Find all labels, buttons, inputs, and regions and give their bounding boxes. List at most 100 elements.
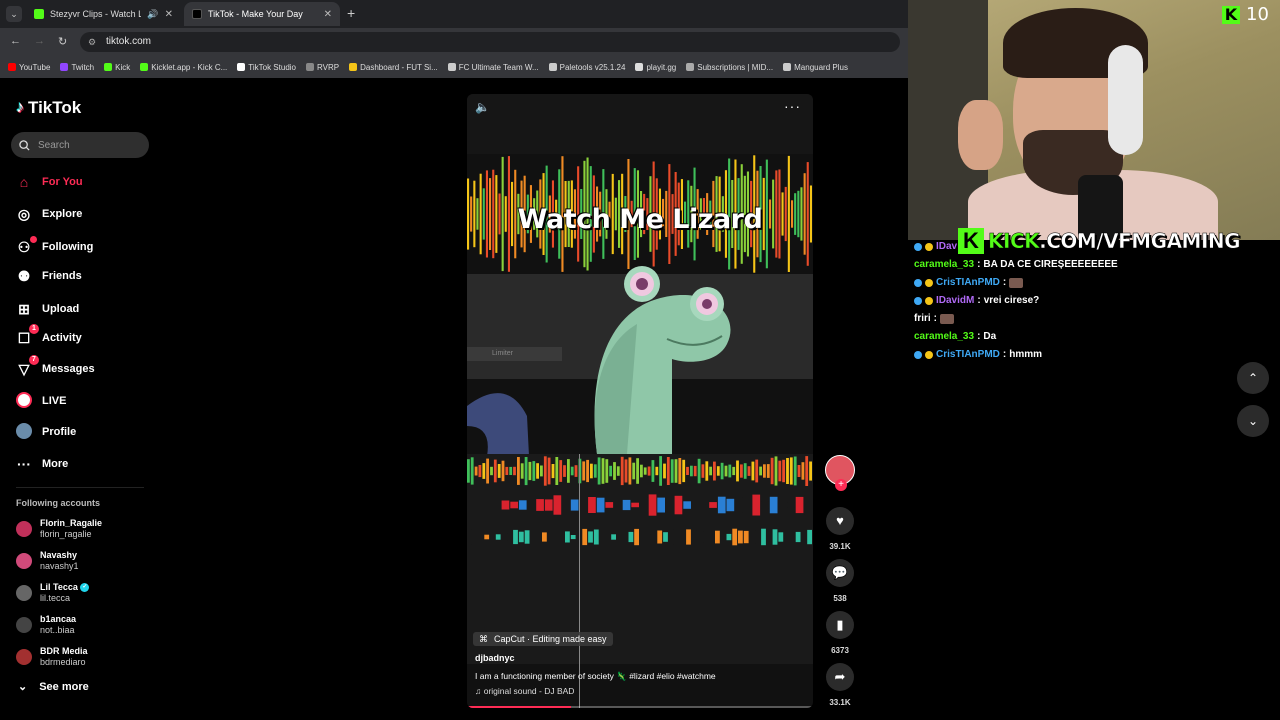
forward-arrow-icon[interactable]: → — [34, 35, 45, 47]
follow-plus-icon[interactable]: + — [835, 479, 847, 491]
speaker-icon[interactable]: 🔊 — [147, 9, 158, 20]
previous-video-button[interactable]: ⌃ — [1237, 362, 1269, 394]
avatar — [16, 553, 32, 569]
nav-upload[interactable]: ⊞ Upload — [16, 299, 79, 319]
bookmark-item[interactable]: Manguard Plus — [783, 63, 848, 72]
search-icon — [19, 139, 30, 151]
bookmark-item[interactable]: Twitch — [60, 63, 94, 72]
nav-messages[interactable]: ▽ 7 Messages — [16, 354, 95, 379]
chat-text: hmmm — [1009, 349, 1043, 360]
video-progress-bar[interactable] — [467, 706, 813, 708]
bookmark-label: RVRP — [317, 62, 340, 72]
nav-friends[interactable]: ⚉ Friends — [16, 266, 82, 286]
bookmark-item[interactable]: TikTok Studio — [237, 63, 296, 72]
share-count: 33.1K — [829, 698, 851, 707]
video-author[interactable]: djbadnyc — [475, 653, 515, 663]
nav-explore[interactable]: ◎ Explore — [16, 204, 82, 224]
bookmark-item[interactable]: Dashboard - FUT Si... — [349, 63, 438, 72]
comment-button[interactable]: 💬 538 — [824, 559, 856, 603]
progress-fill — [467, 706, 571, 708]
account-b1ancaa[interactable]: b1ancaa not..biaa — [16, 614, 76, 636]
chat-badge-icon — [925, 296, 933, 305]
bookmark-item[interactable]: Subscriptions | MID... — [686, 63, 773, 72]
bookmark-icon: ▮ — [826, 611, 854, 639]
back-arrow-icon[interactable]: ← — [10, 35, 21, 47]
bookmark-item[interactable]: FC Ultimate Team W... — [447, 63, 539, 72]
chat-text: Da — [983, 331, 997, 342]
account-lil-tecca[interactable]: Lil Tecca ✓ lil.tecca — [16, 582, 90, 604]
browser-tab-tiktok[interactable]: TikTok - Make Your Day ✕ — [184, 2, 340, 26]
nav-following[interactable]: ⚇ Following — [16, 235, 93, 257]
save-button[interactable]: ▮ 6373 — [824, 611, 856, 655]
tiktok-favicon-icon — [192, 9, 202, 19]
chat-emote-icon — [1009, 277, 1024, 288]
video-top-area — [467, 94, 813, 154]
banner-prefix: KICK — [988, 229, 1040, 254]
tab-title: Stezyvr Clips - Watch Live o — [50, 9, 142, 19]
bookmark-favicon-icon — [306, 63, 314, 71]
video-description: I am a functioning member of society 🦎 #… — [475, 671, 716, 681]
nav-label: Activity — [42, 332, 82, 344]
tab-title: TikTok - Make Your Day — [208, 9, 303, 19]
volume-icon[interactable]: 🔈 — [475, 100, 490, 114]
account-navashy[interactable]: Navashy navashy1 — [16, 550, 79, 572]
next-video-button[interactable]: ⌄ — [1237, 405, 1269, 437]
video-sound[interactable]: ♫ original sound - DJ BAD — [475, 686, 574, 696]
chat-username: CrisTIAnPMD — [936, 277, 1000, 288]
nav-label: Explore — [42, 208, 83, 220]
bookmark-item[interactable]: Kicklet.app - Kick C... — [140, 63, 227, 72]
nav-live[interactable]: LIVE — [16, 391, 66, 411]
bookmark-item[interactable]: Kick — [104, 63, 130, 72]
site-info-icon[interactable]: ⚙ — [88, 32, 96, 52]
messages-badge: 7 — [29, 354, 39, 365]
viewer-count: K 10 — [1222, 4, 1269, 25]
account-handle: bdrmediaro — [40, 657, 86, 667]
activity-icon: ☐ 1 — [16, 323, 39, 347]
browser-tab-bar: ⌄ Stezyvr Clips - Watch Live o 🔊 ✕ TikTo… — [0, 0, 908, 28]
bookmark-item[interactable]: RVRP — [306, 63, 339, 72]
reload-icon[interactable]: ↻ — [58, 35, 67, 48]
account-bdr-media[interactable]: BDR Media bdrmediaro — [16, 646, 88, 668]
see-more-button[interactable]: ⌄ See more — [18, 680, 89, 694]
nav-for-you[interactable]: ⌂ For You — [16, 172, 83, 192]
nav-more[interactable]: ··· More — [16, 454, 68, 474]
tab-close-icon[interactable]: ✕ — [324, 9, 332, 20]
tab-close-icon[interactable]: ✕ — [165, 9, 173, 20]
video-more-icon[interactable]: ··· — [784, 98, 801, 114]
new-tab-button[interactable]: + — [347, 5, 355, 21]
chat-emote-icon — [940, 313, 955, 324]
nav-activity[interactable]: ☐ 1 Activity — [16, 323, 82, 348]
activity-badge: 1 — [29, 323, 39, 334]
bookmark-item[interactable]: YouTube — [8, 63, 50, 72]
account-name: Lil Tecca — [40, 582, 78, 592]
share-button[interactable]: ➦ 33.1K — [824, 663, 856, 707]
tiktok-logo[interactable]: ♪ TikTok — [16, 98, 81, 118]
tab-search-button[interactable]: ⌄ — [6, 6, 22, 22]
video-player[interactable]: 🔈 ··· Limiter Watch Me Lizard ⌘ CapCut ·… — [467, 94, 813, 708]
nav-label: More — [42, 458, 69, 470]
search-bar[interactable] — [11, 132, 149, 158]
browser-tab-kick[interactable]: Stezyvr Clips - Watch Live o 🔊 ✕ — [26, 2, 181, 26]
kick-logo-icon: K — [958, 228, 984, 254]
account-name: BDR Media — [40, 646, 88, 656]
nav-profile[interactable]: Profile — [16, 422, 76, 442]
bookmark-favicon-icon — [104, 63, 113, 71]
capcut-badge[interactable]: ⌘ CapCut · Editing made easy — [473, 632, 613, 646]
nav-label: Upload — [42, 303, 80, 315]
bookmark-item[interactable]: playit.gg — [635, 63, 676, 72]
url-field[interactable]: ⚙ tiktok.com — [80, 32, 900, 52]
capcut-label: CapCut · Editing made easy — [494, 634, 607, 644]
account-florin[interactable]: Florin_Ragalie florin_ragalie — [16, 518, 102, 540]
divider — [16, 487, 144, 488]
following-accounts-title: Following accounts — [16, 498, 101, 508]
nav-label: For You — [42, 176, 83, 188]
bookmark-favicon-icon — [783, 63, 792, 71]
chat-message: IDav — [914, 241, 957, 252]
search-input[interactable] — [38, 139, 138, 151]
like-button[interactable]: ♥ 39.1K — [824, 507, 856, 551]
bookmark-item[interactable]: Paletools v25.1.24 — [548, 63, 625, 72]
chat-message: caramela_33 : Da — [914, 331, 996, 342]
creator-avatar-button[interactable]: + — [825, 455, 855, 491]
banner-rest: .COM/VFMGAMING — [1039, 229, 1241, 254]
upload-icon: ⊞ — [18, 300, 30, 317]
